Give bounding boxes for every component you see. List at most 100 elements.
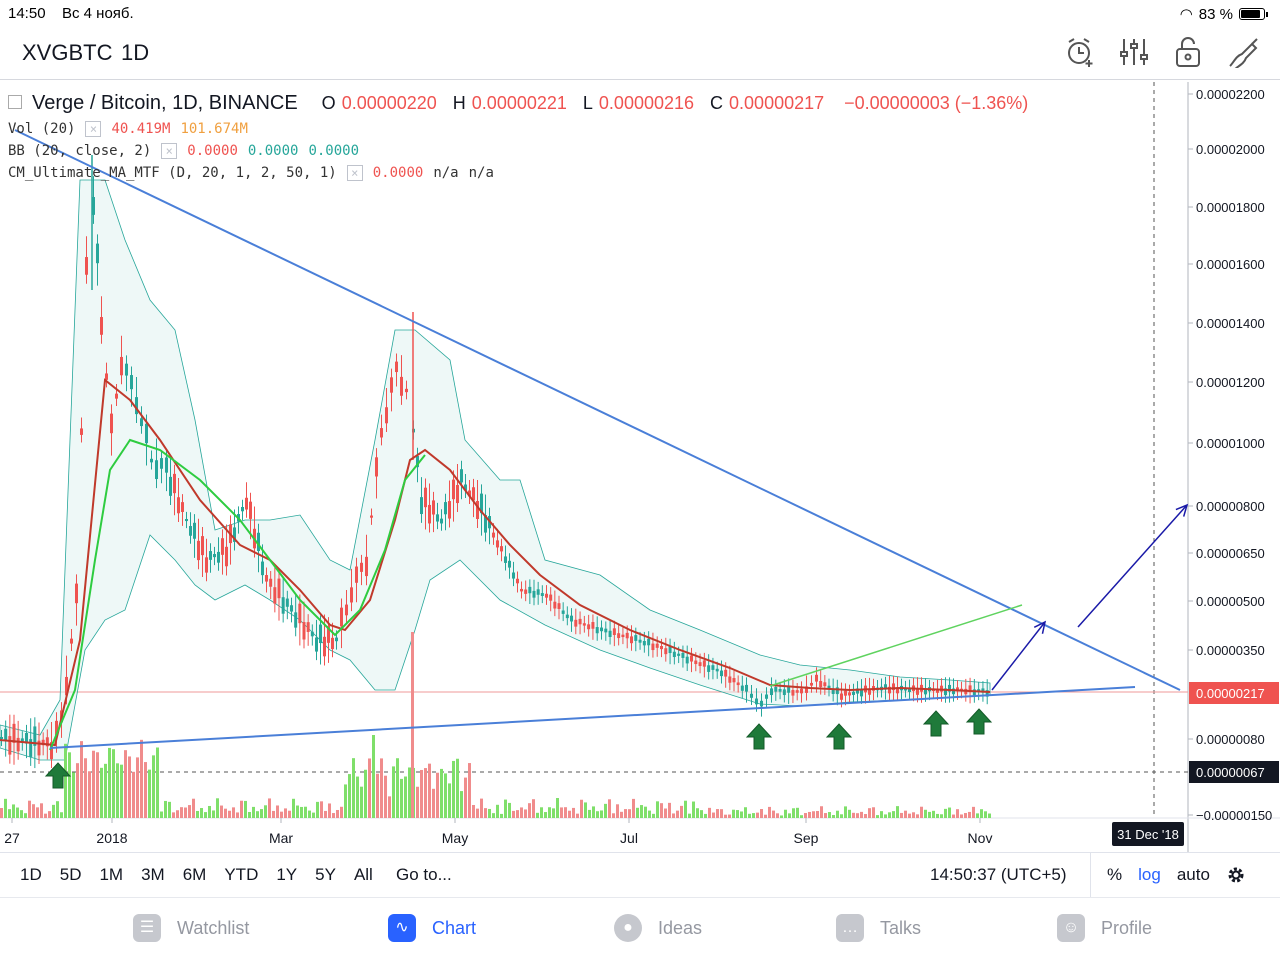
go-to-button[interactable]: Go to... — [396, 865, 452, 885]
volume-bar — [912, 812, 915, 818]
buy-signal-arrow — [825, 723, 853, 750]
candle-body — [298, 603, 302, 624]
auto-scale-button[interactable]: auto — [1177, 865, 1210, 885]
tab-talks-label: Talks — [880, 917, 922, 938]
projection-arrow-2 — [1077, 504, 1188, 628]
symbol-button[interactable]: XVGBTC — [22, 40, 112, 66]
candle-body — [638, 639, 642, 643]
range-all[interactable]: All — [354, 865, 373, 885]
range-1m[interactable]: 1M — [99, 865, 123, 885]
bollinger-band — [0, 179, 991, 761]
candle-body — [561, 610, 565, 614]
range-ytd[interactable]: YTD — [224, 865, 258, 885]
volume-bar — [376, 773, 379, 818]
candle-body — [225, 546, 228, 567]
bb-label: BB (20, close, 2) — [8, 143, 152, 159]
interval-button[interactable]: 1D — [121, 40, 149, 66]
volume-bar — [292, 798, 295, 818]
volume-bar — [592, 806, 595, 818]
collapse-legend-icon[interactable] — [8, 95, 22, 109]
candle-body — [310, 631, 314, 637]
range-1d[interactable]: 1D — [20, 865, 42, 885]
volume-bar — [736, 810, 739, 818]
tab-profile[interactable]: ☺ Profile — [1057, 914, 1152, 942]
tab-talks[interactable]: … Talks — [836, 914, 921, 942]
alarm-add-icon[interactable] — [1064, 36, 1096, 68]
indicators-icon[interactable] — [1118, 36, 1150, 68]
price-axis-label: 0.00000800 — [1196, 499, 1265, 514]
candle-body — [651, 643, 655, 651]
tab-ideas[interactable]: ● Ideas — [614, 914, 702, 942]
remove-cm-icon[interactable]: × — [346, 165, 363, 181]
volume-bar — [440, 768, 443, 818]
volume-bar — [568, 810, 571, 818]
projection-arrow-1 — [991, 621, 1046, 691]
volume-value: 40.419M — [111, 121, 171, 137]
tab-chart[interactable]: ∿ Chart — [388, 914, 476, 942]
range-3m[interactable]: 3M — [141, 865, 165, 885]
remove-volume-icon[interactable]: × — [85, 121, 102, 137]
volume-bar — [816, 810, 819, 818]
volume-bar — [456, 758, 459, 818]
volume-bar — [280, 811, 283, 818]
candle-body — [702, 660, 706, 667]
header-toolbar — [1064, 36, 1262, 68]
volume-bar — [528, 803, 531, 818]
volume-bar — [304, 806, 307, 818]
legend-open: 0.00000220 — [341, 93, 437, 113]
volume-bar — [812, 811, 815, 818]
log-scale-button[interactable]: log — [1138, 865, 1161, 885]
candle-body — [823, 682, 827, 687]
volume-bar — [168, 801, 171, 818]
volume-bar — [172, 812, 175, 818]
settings-gear-icon[interactable] — [1226, 865, 1246, 885]
time-axis-label: 27 — [4, 830, 20, 846]
volume-bar — [924, 809, 927, 818]
candle-body — [848, 692, 851, 696]
legend-low: 0.00000216 — [598, 93, 695, 113]
volume-bar — [136, 757, 139, 818]
candle-body — [12, 723, 16, 743]
price-chart[interactable]: 0.00002200 0.00002000 0.00001800 0.00001600… — [0, 82, 1280, 852]
volume-bar — [360, 786, 363, 818]
volume-bar — [164, 800, 167, 818]
range-1y[interactable]: 1Y — [276, 865, 297, 885]
volume-bar — [72, 772, 75, 818]
candle-body — [261, 561, 264, 576]
candle-body — [185, 518, 188, 522]
time-axis-label: 2018 — [96, 830, 127, 846]
range-5d[interactable]: 5D — [60, 865, 82, 885]
candle-body — [350, 587, 353, 603]
candle-body — [595, 627, 599, 634]
volume-bar — [144, 762, 147, 818]
volume-bar — [420, 769, 423, 818]
volume-bar — [116, 763, 119, 818]
remove-bb-icon[interactable]: × — [161, 143, 178, 159]
candle-body — [75, 583, 78, 604]
volume-bar — [240, 800, 243, 818]
volume-bar — [204, 812, 207, 818]
tab-watchlist[interactable]: ☰ Watchlist — [133, 914, 249, 942]
candle-body — [732, 678, 736, 683]
status-date: Вс 4 нояб. — [62, 5, 134, 22]
candle-body — [400, 376, 403, 396]
volume-bar — [340, 806, 343, 818]
cursor-price-label: 0.00000067 — [1196, 765, 1265, 780]
percent-scale-button[interactable]: % — [1107, 865, 1122, 885]
candle-body — [815, 674, 818, 682]
volume-bar — [212, 810, 215, 818]
buy-signal-arrow — [922, 710, 950, 737]
volume-bar — [648, 810, 651, 818]
candle-body — [4, 728, 8, 741]
unlock-icon[interactable] — [1172, 36, 1204, 68]
candle-body — [130, 375, 133, 390]
volume-bar — [952, 814, 955, 818]
range-5y[interactable]: 5Y — [315, 865, 336, 885]
volume-bar — [388, 796, 391, 818]
range-6m[interactable]: 6M — [183, 865, 207, 885]
drawing-tools-icon[interactable] — [1226, 36, 1262, 68]
clock-timezone[interactable]: 14:50:37 (UTC+5) — [930, 865, 1067, 885]
volume-bar — [332, 813, 335, 818]
volume-bar — [480, 798, 483, 818]
ideas-icon: ● — [614, 914, 642, 942]
